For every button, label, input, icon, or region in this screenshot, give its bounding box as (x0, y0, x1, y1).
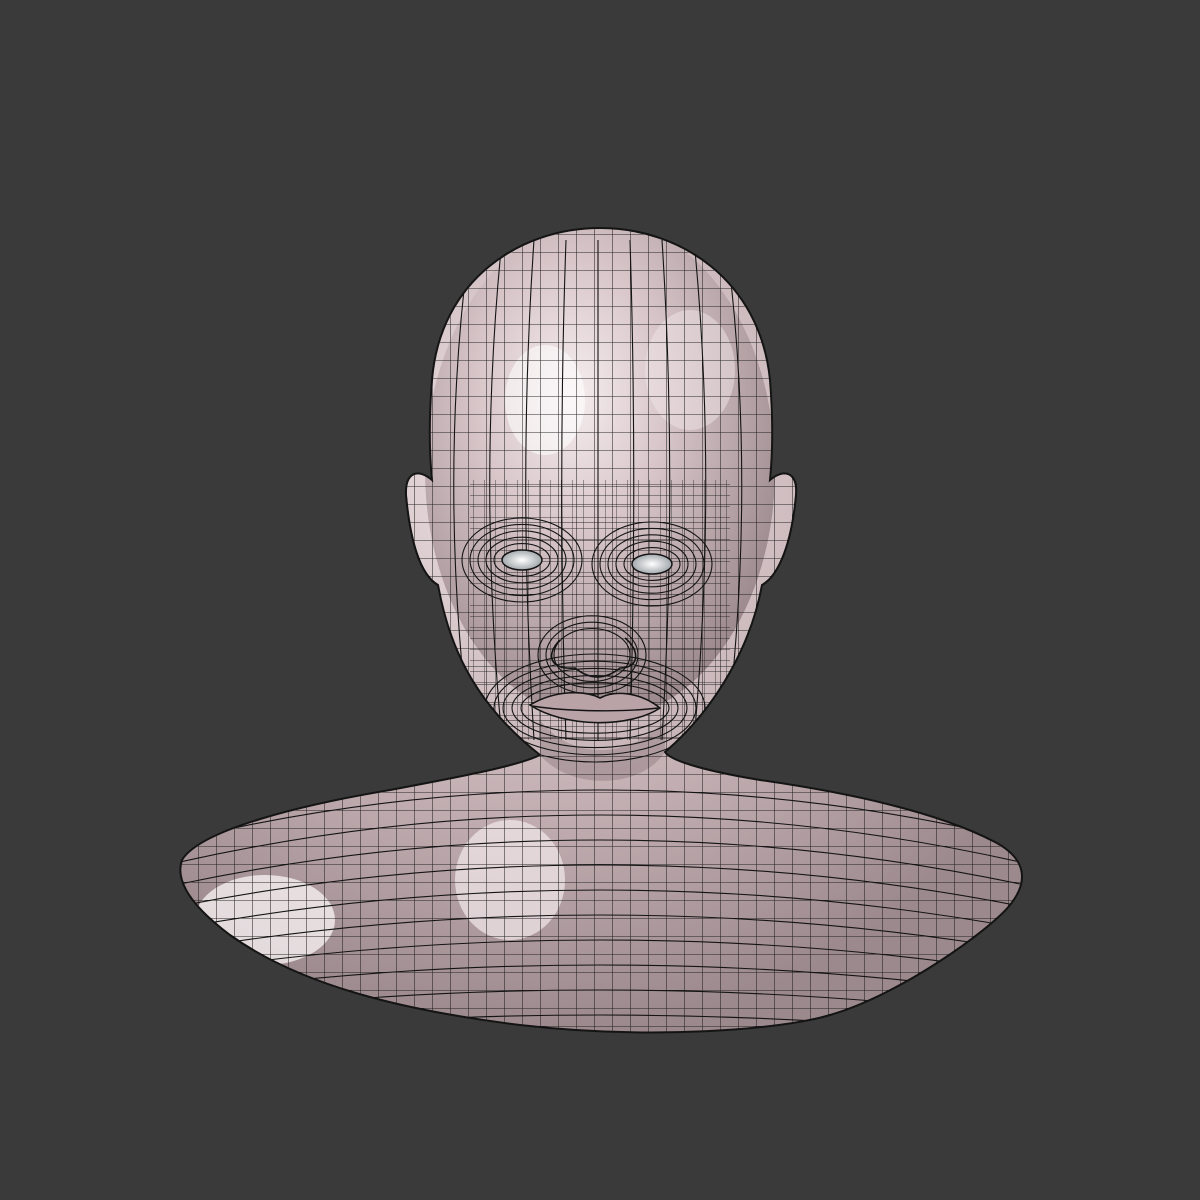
head-bust-model (179, 227, 1023, 1034)
left-eye (501, 549, 543, 571)
wireframe-mesh (180, 228, 1022, 1033)
right-eye (631, 553, 673, 575)
3d-viewport[interactable] (0, 0, 1200, 1200)
